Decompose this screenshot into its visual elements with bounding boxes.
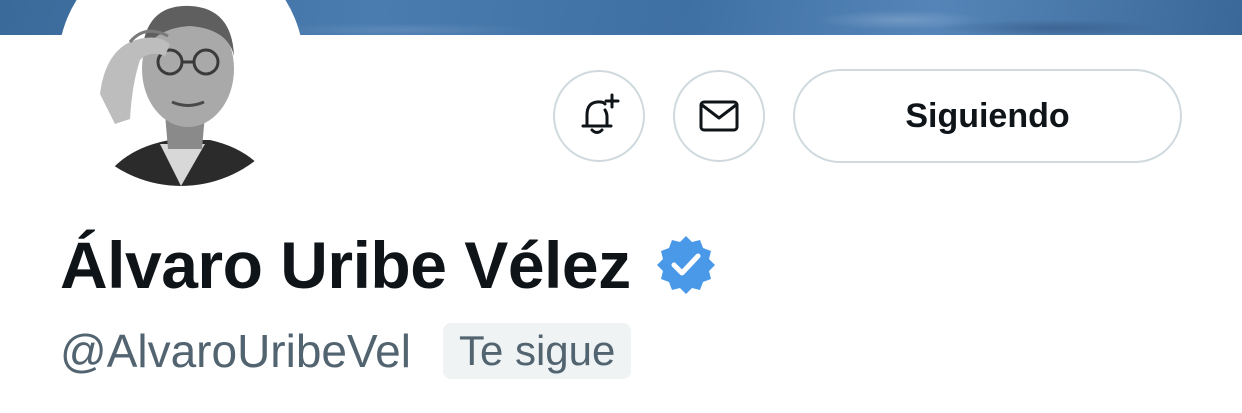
display-name: Álvaro Uribe Vélez [60,228,631,302]
bell-plus-icon [581,93,620,134]
avatar[interactable] [60,0,302,186]
follows-you-badge: Te sigue [442,323,632,379]
handle-row: @AlvaroUribeVel Te sigue [60,318,632,384]
verified-badge-icon [656,236,715,294]
message-button[interactable] [673,70,765,162]
user-handle: @AlvaroUribeVel [60,325,411,377]
name-row: Álvaro Uribe Vélez [60,220,717,310]
notifications-button[interactable] [553,70,645,162]
following-button[interactable]: Siguiendo [793,69,1182,163]
envelope-icon [699,100,739,132]
